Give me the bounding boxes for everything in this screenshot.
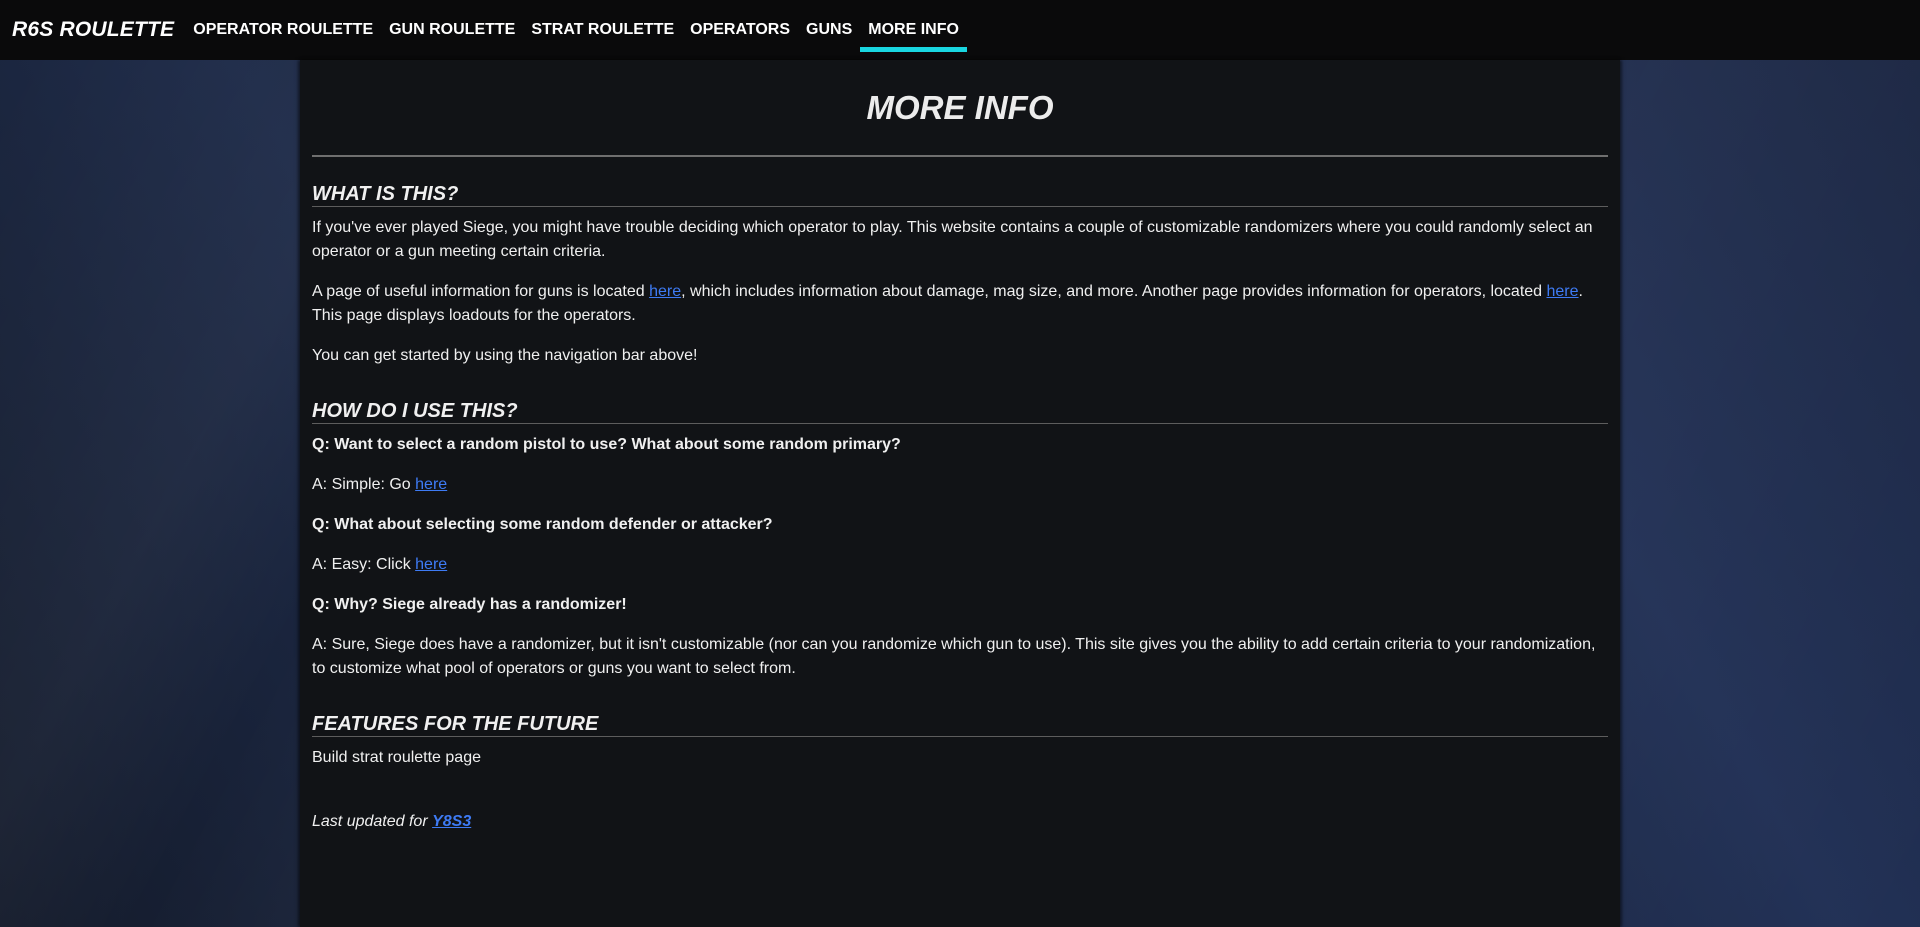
- what-p2-text-a: A page of useful information for guns is…: [312, 283, 650, 300]
- future-item: Build strat roulette page: [312, 749, 481, 766]
- main-content-panel: MORE INFO WHAT IS THIS? If you've ever p…: [300, 60, 1620, 927]
- faq-answer-2: A: Easy: Click here: [312, 553, 1608, 577]
- nav-strat-roulette[interactable]: STRAT ROULETTE: [523, 0, 682, 60]
- operator-roulette-link[interactable]: here: [415, 556, 447, 573]
- what-paragraph-3: You can get started by using the navigat…: [312, 347, 698, 364]
- last-updated: Last updated for Y8S3: [312, 810, 1608, 834]
- what-p2-text-b: , which includes information about damag…: [681, 283, 1547, 300]
- nav-more-info[interactable]: MORE INFO: [860, 0, 967, 60]
- guns-info-link[interactable]: here: [649, 283, 681, 300]
- page-title: MORE INFO: [866, 89, 1054, 126]
- faq-answer-2-text: A: Easy: Click: [312, 556, 416, 573]
- what-paragraph-2: A page of useful information for guns is…: [312, 280, 1608, 328]
- nav-operators[interactable]: OPERATORS: [682, 0, 798, 60]
- gun-roulette-link[interactable]: here: [415, 476, 447, 493]
- nav-operator-roulette[interactable]: OPERATOR ROULETTE: [185, 0, 381, 60]
- section-title-future: FEATURES FOR THE FUTURE: [312, 713, 1608, 737]
- faq-question-1: Q: Want to select a random pistol to use…: [312, 436, 901, 453]
- nav-guns[interactable]: GUNS: [798, 0, 860, 60]
- top-navbar: R6S ROULETTE OPERATOR ROULETTE GUN ROULE…: [0, 0, 1920, 60]
- section-title-what: WHAT IS THIS?: [312, 183, 1608, 207]
- faq-question-2: Q: What about selecting some random defe…: [312, 516, 773, 533]
- faq-answer-1-text: A: Simple: Go: [312, 476, 416, 493]
- faq-answer-3: A: Sure, Siege does have a randomizer, b…: [312, 636, 1596, 677]
- operators-info-link[interactable]: here: [1547, 283, 1579, 300]
- title-divider: [312, 155, 1608, 157]
- last-updated-text: Last updated for: [312, 813, 433, 830]
- what-paragraph-1: If you've ever played Siege, you might h…: [312, 219, 1593, 260]
- section-title-how: HOW DO I USE THIS?: [312, 400, 1608, 424]
- faq-question-3: Q: Why? Siege already has a randomizer!: [312, 596, 627, 613]
- season-link[interactable]: Y8S3: [432, 813, 471, 830]
- nav-gun-roulette[interactable]: GUN ROULETTE: [381, 0, 523, 60]
- faq-answer-1: A: Simple: Go here: [312, 473, 1608, 497]
- brand-logo[interactable]: R6S ROULETTE: [12, 18, 174, 42]
